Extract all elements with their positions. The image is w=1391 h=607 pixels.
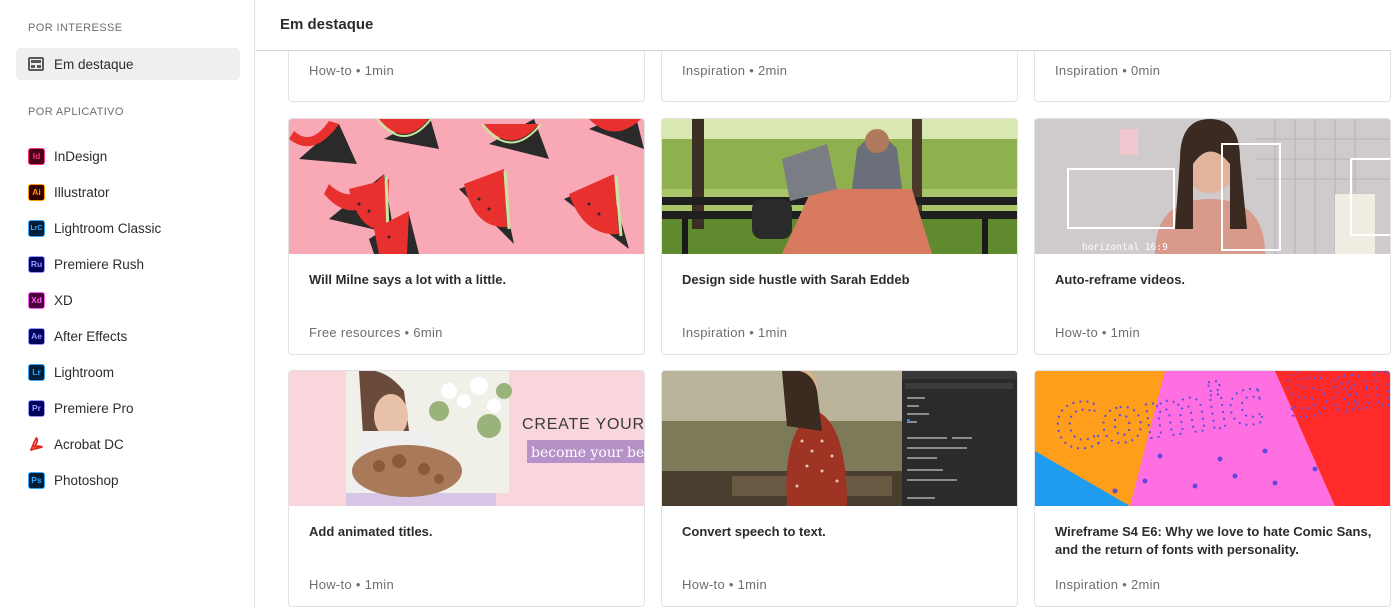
card-thumbnail-comic-sans: Comic Sans <box>1035 371 1390 506</box>
page-title: Em destaque <box>280 16 374 33</box>
sidebar-item-label: Premiere Rush <box>54 256 145 272</box>
sidebar-item-xd[interactable]: Xd XD <box>28 282 240 318</box>
sidebar-item-label: XD <box>54 292 73 308</box>
sidebar-item-label: InDesign <box>54 148 108 164</box>
card-title: Design side hustle with Sarah Eddeb <box>682 272 910 287</box>
lightroom-icon: Lr <box>28 363 45 381</box>
photoshop-icon: Ps <box>28 471 45 489</box>
app-list: Id InDesign Ai Illustrator LrC Lightroom… <box>28 138 240 498</box>
card-meta: Inspiration • 2min <box>682 63 788 78</box>
card-partial-3[interactable]: Inspiration • 0min <box>1034 52 1391 102</box>
sidebar-item-premiere-rush[interactable]: Ru Premiere Rush <box>28 246 240 282</box>
card-meta: How-to • 1min <box>309 63 395 78</box>
sidebar-item-label: Lightroom Classic <box>54 220 162 236</box>
sidebar-item-illustrator[interactable]: Ai Illustrator <box>28 174 240 210</box>
create-your-text: CREATE YOUR DI <box>522 416 644 433</box>
sidebar-item-label: Acrobat DC <box>54 436 124 452</box>
sidebar-item-label: Photoshop <box>54 472 119 488</box>
premiere-rush-icon: Ru <box>28 255 45 273</box>
indesign-icon: Id <box>28 147 45 165</box>
card-title: Add animated titles. <box>309 524 433 539</box>
sidebar-item-label: Premiere Pro <box>54 400 134 416</box>
sidebar-item-photoshop[interactable]: Ps Photoshop <box>28 462 240 498</box>
sidebar: POR INTERESSE Em destaque POR APLICATIVO… <box>0 0 255 607</box>
card-will-milne[interactable]: Will Milne says a lot with a little. Fre… <box>288 118 645 355</box>
reframe-label: horizontal 16:9 <box>1082 242 1168 253</box>
card-title: Convert speech to text. <box>682 524 826 539</box>
lightroom-classic-icon: LrC <box>28 219 45 237</box>
sidebar-item-premiere-pro[interactable]: Pr Premiere Pro <box>28 390 240 426</box>
card-meta: Inspiration • 2min <box>1055 577 1161 592</box>
card-thumbnail-animated-titles: CREATE YOUR DI become your bes <box>289 371 644 506</box>
card-thumbnail-auto-reframe: horizontal 16:9 <box>1035 119 1390 254</box>
section-label-by-app: POR APLICATIVO <box>28 106 124 118</box>
card-title: Will Milne says a lot with a little. <box>309 272 507 287</box>
sidebar-item-indesign[interactable]: Id InDesign <box>28 138 240 174</box>
card-meta: Inspiration • 0min <box>1055 63 1161 78</box>
sidebar-item-label: Lightroom <box>54 364 115 380</box>
card-thumbnail-watermelon <box>289 119 644 254</box>
card-meta: How-to • 1min <box>309 577 395 592</box>
sidebar-item-acrobat-dc[interactable]: Acrobat DC <box>28 426 240 462</box>
sidebar-item-label: Illustrator <box>54 184 110 200</box>
card-meta: Free resources • 6min <box>309 325 443 340</box>
card-partial-2[interactable]: Inspiration • 2min <box>661 52 1018 102</box>
after-effects-icon: Ae <box>28 327 45 345</box>
sidebar-item-featured[interactable]: Em destaque <box>16 48 240 80</box>
become-your-text: become your bes <box>531 445 644 461</box>
premiere-pro-icon: Pr <box>28 399 45 417</box>
card-thumbnail-speech-to-text <box>662 371 1017 506</box>
illustrator-icon: Ai <box>28 183 45 201</box>
card-animated-titles[interactable]: CREATE YOUR DI become your bes Add anima… <box>288 370 645 607</box>
card-sarah-eddeb[interactable]: Design side hustle with Sarah Eddeb Insp… <box>661 118 1018 355</box>
card-auto-reframe[interactable]: horizontal 16:9 Auto-reframe videos. How… <box>1034 118 1391 355</box>
acrobat-icon <box>28 436 45 453</box>
sidebar-item-label: Em destaque <box>54 56 134 72</box>
content-grid: How-to • 1min Inspiration • 2min Inspira… <box>256 52 1391 607</box>
card-thumbnail-woman-laptop <box>662 119 1017 254</box>
sidebar-item-after-effects[interactable]: Ae After Effects <box>28 318 240 354</box>
page-header: Em destaque <box>256 0 1391 51</box>
card-meta: How-to • 1min <box>1055 325 1141 340</box>
sidebar-item-lightroom-classic[interactable]: LrC Lightroom Classic <box>28 210 240 246</box>
sidebar-item-lightroom[interactable]: Lr Lightroom <box>28 354 240 390</box>
card-meta: How-to • 1min <box>682 577 768 592</box>
card-title: Auto-reframe videos. <box>1055 272 1186 287</box>
featured-layout-icon <box>28 57 44 71</box>
xd-icon: Xd <box>28 291 45 309</box>
card-partial-1[interactable]: How-to • 1min <box>288 52 645 102</box>
sidebar-item-label: After Effects <box>54 328 128 344</box>
section-label-by-interest: POR INTERESSE <box>28 22 123 34</box>
card-title: Wireframe S4 E6: Why we love to hate Com… <box>1055 524 1372 557</box>
card-speech-to-text[interactable]: Convert speech to text. How-to • 1min <box>661 370 1018 607</box>
card-wireframe-comic-sans[interactable]: Comic Sans Wireframe S4 E6: Why we love … <box>1034 370 1391 607</box>
card-meta: Inspiration • 1min <box>682 325 788 340</box>
